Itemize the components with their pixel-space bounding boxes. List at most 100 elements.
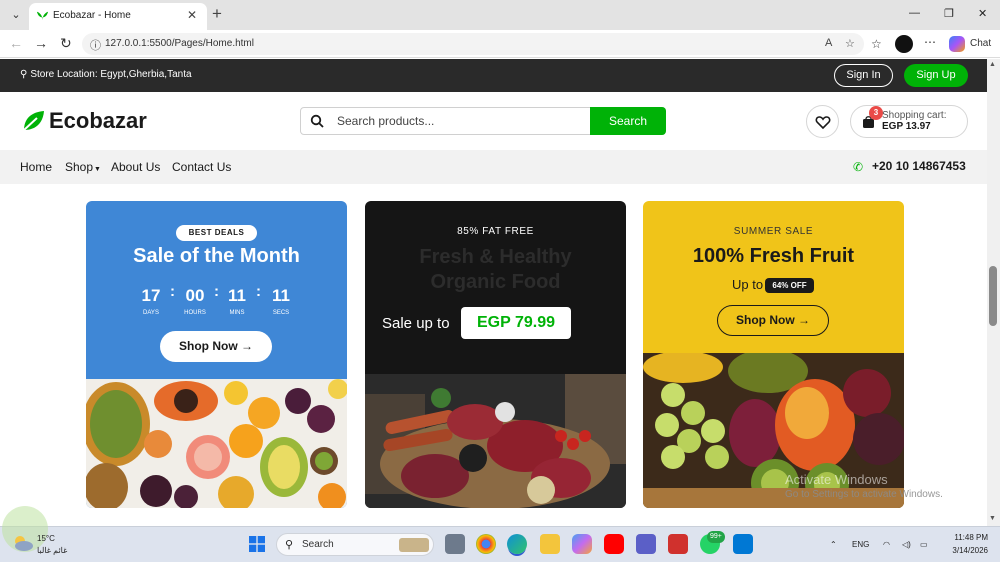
fruit-platter-image — [86, 379, 347, 508]
read-aloud-icon[interactable]: A — [825, 37, 832, 49]
nav-home[interactable]: Home — [20, 160, 52, 174]
vscode-icon[interactable] — [733, 534, 753, 554]
price-box: EGP 79.99 — [461, 307, 571, 339]
browser-tab-ecobazar[interactable]: Ecobazar - Home ✕ — [29, 3, 207, 30]
sale-up-to-label: Sale up to — [382, 315, 450, 332]
countdown-days-label: DAYS — [143, 310, 159, 316]
countdown-secs: 11 — [272, 286, 290, 305]
taskbar-search[interactable]: ⚲ — [276, 533, 434, 556]
windows-taskbar — [0, 526, 1000, 562]
favorite-star-icon[interactable]: ☆ — [845, 37, 855, 50]
shop-now-button[interactable]: Shop Now → — [160, 331, 272, 362]
scrollbar-thumb[interactable] — [989, 266, 997, 326]
taskbar-search-label: Search — [302, 539, 334, 550]
card-title: 100% Fresh Fruit — [692, 245, 855, 267]
cart-label: Shopping cart: — [882, 110, 947, 121]
scroll-down-icon[interactable]: ▼ — [989, 515, 996, 522]
close-window-icon[interactable]: ✕ — [978, 7, 987, 20]
profile-avatar[interactable] — [895, 35, 913, 53]
fat-free-tag: 85% FAT FREE — [457, 226, 534, 237]
weather-cloud-icon[interactable] — [12, 535, 34, 551]
promo-card-fresh-fruit: SUMMER SALE 100% Fresh Fruit Up to 64% O… — [643, 201, 904, 508]
copilot-icon — [949, 36, 965, 52]
back-arrow-icon[interactable]: ← — [9, 35, 23, 51]
nav-about-us[interactable]: About Us — [111, 160, 160, 174]
countdown-secs-label: SECS — [272, 310, 290, 316]
search-icon: ⚲ — [285, 539, 294, 551]
discount-badge: 64% OFF — [765, 278, 814, 293]
best-deals-tag: BEST DEALS — [176, 225, 257, 241]
search-icon — [310, 114, 324, 128]
weather-condition: غائم غالبا — [37, 546, 68, 555]
wishlist-button[interactable] — [806, 105, 839, 138]
copilot-app-icon[interactable] — [572, 534, 592, 554]
task-view-icon[interactable] — [445, 534, 465, 554]
chevron-down-icon: ▼ — [94, 166, 101, 173]
browser-tab-bar: ⌄ Ecobazar - Home ✕ + — ❐ ✕ — [0, 0, 1000, 30]
address-field[interactable]: ⓘ 127.0.0.1:5500/Pages/Home.html A ☆ — [82, 33, 864, 55]
store-location: ⚲ Store Location: Egypt,Gherbia,Tanta — [20, 69, 192, 80]
promo-card-sale-of-month: BEST DEALS Sale of the Month 17 DAYS : 0… — [86, 201, 347, 508]
shop-now-button[interactable]: Shop Now → — [717, 305, 829, 336]
language-indicator[interactable]: ENG — [852, 540, 869, 549]
volume-icon[interactable]: ◁) — [902, 540, 911, 549]
tab-title: Ecobazar - Home — [53, 10, 131, 21]
wifi-icon[interactable]: ◠ — [883, 540, 890, 549]
nav-contact-us[interactable]: Contact Us — [172, 160, 231, 174]
logo-leaf-icon — [23, 111, 44, 131]
pdf-reader-icon[interactable] — [668, 534, 688, 554]
chrome-icon[interactable] — [476, 534, 496, 554]
nav-shop[interactable]: Shop▼ — [65, 160, 101, 174]
new-tab-icon[interactable]: + — [212, 5, 222, 23]
countdown-mins: 11 — [228, 286, 246, 305]
maximize-icon[interactable]: ❐ — [944, 7, 954, 20]
up-to-label: Up to — [732, 277, 764, 292]
battery-icon[interactable]: ▭ — [920, 540, 928, 549]
reload-icon[interactable]: ↻ — [60, 35, 72, 52]
more-menu-icon[interactable]: ⋯ — [924, 35, 936, 49]
tab-actions-menu-icon[interactable]: ⌄ — [6, 6, 26, 24]
teams-icon[interactable] — [636, 534, 656, 554]
location-pin-icon: ⚲ — [20, 69, 28, 80]
card-title: Fresh & Healthy Organic Food — [419, 246, 572, 293]
search-input[interactable] — [337, 113, 582, 129]
youtube-icon[interactable] — [604, 534, 624, 554]
favorites-icon[interactable]: ☆ — [871, 37, 882, 51]
minimize-icon[interactable]: — — [909, 7, 920, 19]
clock-date[interactable]: 3/14/2026 — [946, 546, 988, 555]
scroll-up-icon[interactable]: ▲ — [989, 61, 996, 68]
summer-sale-tag: SUMMER SALE — [733, 226, 814, 237]
cart-total: EGP 13.97 — [882, 121, 931, 132]
weather-temperature: 15°C — [37, 534, 55, 543]
activate-windows-subtitle: Go to Settings to activate Windows. — [785, 489, 943, 500]
countdown-mins-label: MINS — [229, 310, 245, 316]
site-info-icon[interactable]: ⓘ — [90, 37, 101, 53]
sign-up-button[interactable]: Sign Up — [904, 64, 968, 87]
tray-overflow-icon[interactable]: ⌃ — [830, 540, 837, 549]
windows-start-icon[interactable] — [249, 536, 265, 552]
promo-card-organic-food: 85% FAT FREE Fresh & Healthy Organic Foo… — [365, 201, 626, 508]
edge-icon[interactable] — [507, 534, 527, 554]
sign-in-button[interactable]: Sign In — [834, 64, 893, 87]
meat-board-image — [365, 374, 626, 508]
forward-arrow-icon[interactable]: → — [34, 35, 48, 51]
cart-count-badge: 3 — [869, 106, 883, 120]
heart-icon — [815, 116, 831, 130]
site-logo[interactable]: Ecobazar — [49, 108, 147, 134]
phone-icon: ✆ — [853, 160, 864, 174]
whatsapp-notification-badge: 99+ — [707, 531, 725, 543]
clock-time[interactable]: 11:48 PM — [946, 533, 988, 542]
copilot-chat-button[interactable]: Chat — [949, 35, 995, 53]
url-text: 127.0.0.1:5500/Pages/Home.html — [105, 38, 254, 49]
search-highlight-icon — [399, 538, 429, 552]
file-explorer-icon[interactable] — [540, 534, 560, 554]
countdown-hours: 00 — [185, 286, 205, 305]
phone-number[interactable]: +20 10 14867453 — [872, 159, 966, 173]
tab-close-icon[interactable]: ✕ — [187, 8, 197, 22]
search-button[interactable]: Search — [590, 107, 666, 135]
address-bar-row: ← → ↻ ⓘ 127.0.0.1:5500/Pages/Home.html A… — [0, 30, 1000, 58]
countdown-days: 17 — [141, 286, 161, 305]
favicon-leaf-icon — [36, 11, 49, 21]
activate-windows-title: Activate Windows — [785, 472, 888, 487]
card-title: Sale of the Month — [133, 245, 300, 267]
